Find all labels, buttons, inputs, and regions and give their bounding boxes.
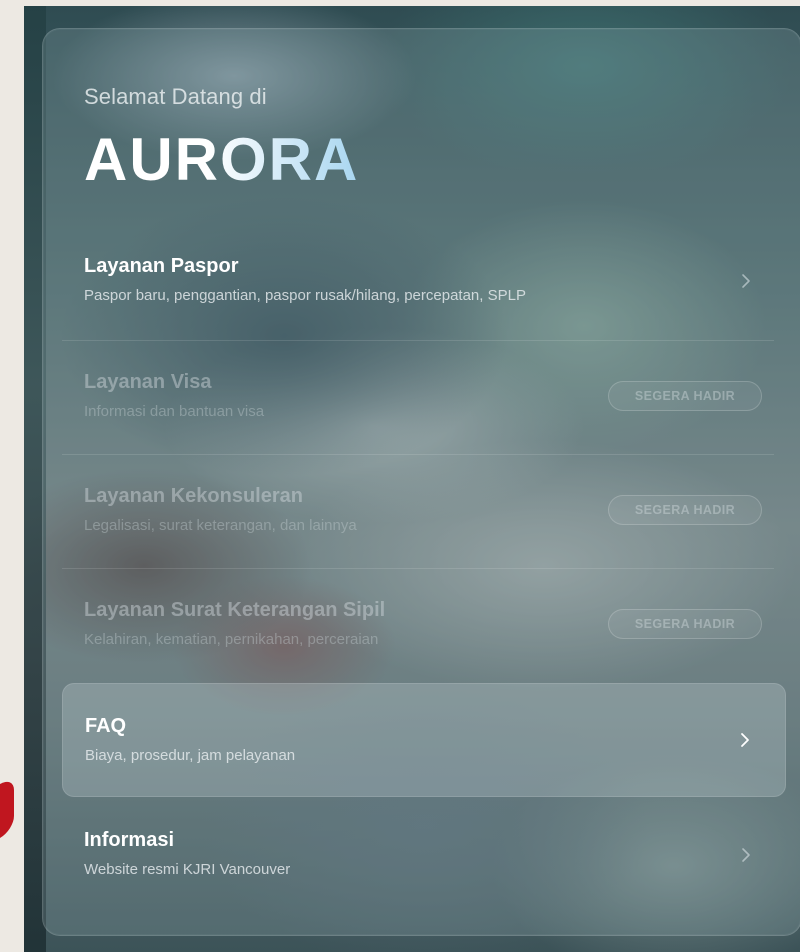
menu-item-title: FAQ <box>85 715 127 737</box>
menu-item-description: Website resmi KJRI Vancouver <box>84 861 291 878</box>
menu-item-description: Paspor baru, penggantian, paspor rusak/h… <box>84 287 526 304</box>
menu-divider <box>62 340 774 341</box>
menu-item-layanan-visa[interactable]: Layanan Visa Informasi dan bantuan visa … <box>62 370 786 430</box>
menu-divider <box>62 454 774 455</box>
menu-item-faq[interactable]: FAQ Biaya, prosedur, jam pelayanan <box>62 683 786 797</box>
menu-item-layanan-paspor[interactable]: Layanan Paspor Paspor baru, penggantian,… <box>62 254 786 328</box>
welcome-text: Selamat Datang di <box>84 84 267 109</box>
menu-item-description: Biaya, prosedur, jam pelayanan <box>85 747 296 764</box>
chevron-right-icon <box>742 848 750 862</box>
page: Selamat Datang di AURORA Layanan Paspor … <box>0 0 800 952</box>
chevron-right-icon <box>741 733 749 747</box>
brand-title: AURORA <box>84 124 359 196</box>
menu-divider <box>62 568 774 569</box>
coming-soon-badge: SEGERA HADIR <box>608 495 762 525</box>
menu-item-informasi[interactable]: Informasi Website resmi KJRI Vancouver <box>62 828 786 888</box>
menu-item-layanan-kekonsuleran[interactable]: Layanan Kekonsuleran Legalisasi, surat k… <box>62 484 786 544</box>
menu-item-title: Informasi <box>84 829 175 851</box>
menu-item-layanan-surat-keterangan-sipil[interactable]: Layanan Surat Keterangan Sipil Kelahiran… <box>62 598 786 658</box>
menu-item-title: Layanan Paspor <box>84 255 239 277</box>
coming-soon-badge: SEGERA HADIR <box>608 381 762 411</box>
red-side-marker <box>0 775 14 839</box>
coming-soon-badge: SEGERA HADIR <box>608 609 762 639</box>
chevron-right-icon <box>742 274 750 288</box>
